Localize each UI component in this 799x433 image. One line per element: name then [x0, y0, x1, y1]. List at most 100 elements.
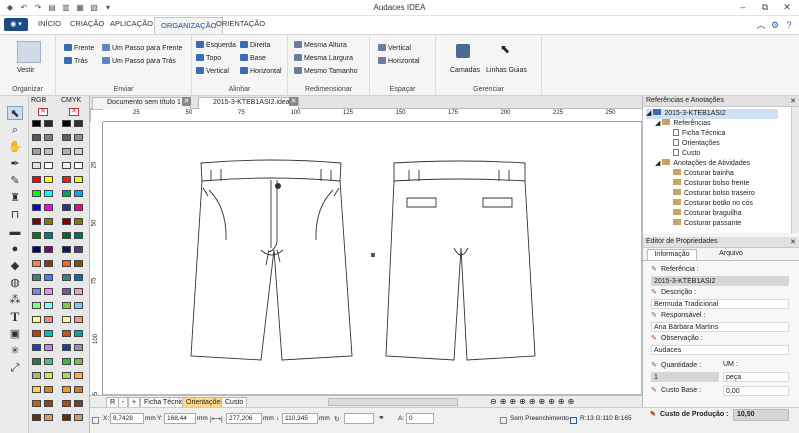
fabric-tool-icon[interactable]: ▬: [7, 225, 23, 239]
color-swatch[interactable]: [62, 302, 71, 309]
color-swatch[interactable]: [32, 162, 41, 169]
frente-button[interactable]: Frente: [64, 44, 94, 54]
color-swatch[interactable]: [74, 358, 83, 365]
tree-root[interactable]: ◢ 2015-3-KTEB1ASI2: [646, 109, 778, 119]
prop-base-field[interactable]: 0,00: [723, 386, 789, 396]
same-width-button[interactable]: Mesma Largura: [294, 54, 353, 64]
color-swatch[interactable]: [44, 372, 53, 379]
align-left-button[interactable]: Esquerda: [196, 41, 236, 51]
color-swatch[interactable]: [44, 232, 53, 239]
color-swatch[interactable]: [74, 414, 83, 421]
color-swatch[interactable]: [32, 372, 41, 379]
color-swatch[interactable]: [32, 330, 41, 337]
tab-arquivo[interactable]: Arquivo: [711, 250, 751, 257]
hand-tool-icon[interactable]: ✋: [7, 140, 23, 154]
select-tool-icon[interactable]: ⬉: [7, 106, 23, 120]
restore-icon[interactable]: ⧉: [758, 1, 772, 14]
close-tab-icon[interactable]: ✕: [289, 97, 298, 106]
tree-scrollbar[interactable]: [791, 107, 799, 233]
color-swatch[interactable]: [74, 190, 83, 197]
color-swatch[interactable]: [44, 344, 53, 351]
color-swatch[interactable]: [62, 134, 71, 141]
color-swatch[interactable]: [62, 204, 71, 211]
color-swatch[interactable]: [32, 204, 41, 211]
color-swatch[interactable]: [44, 190, 53, 197]
color-swatch[interactable]: [62, 274, 71, 281]
tree-folder-references[interactable]: ◢ Referências: [655, 119, 711, 129]
minimize-icon[interactable]: –: [736, 1, 750, 14]
color-swatch[interactable]: [74, 330, 83, 337]
color-swatch[interactable]: [62, 400, 71, 407]
prop-um-field[interactable]: peça: [723, 372, 789, 382]
tab-organizacao[interactable]: ORGANIZAÇÃO: [154, 17, 224, 35]
stamp-tool-icon[interactable]: ●: [7, 242, 23, 256]
tab-aplicacao[interactable]: APLICAÇÃO: [110, 19, 153, 28]
prop-ref-field[interactable]: 2015-3-KTEB1ASI2: [651, 276, 789, 286]
tree-item[interactable]: Custo: [673, 149, 700, 159]
color-swatch[interactable]: [62, 372, 71, 379]
prop-prod-field[interactable]: 10,50: [733, 409, 789, 421]
doc-tab-untitled[interactable]: Documento sem título 1 *: [92, 97, 191, 109]
color-swatch[interactable]: [74, 302, 83, 309]
color-swatch[interactable]: [62, 232, 71, 239]
color-swatch[interactable]: [62, 190, 71, 197]
doc-tab-idea[interactable]: 2015-3-KTEB1ASI2.idea *: [198, 97, 300, 109]
color-swatch[interactable]: [32, 176, 41, 183]
color-swatch[interactable]: [74, 204, 83, 211]
options-icon[interactable]: ⚙: [768, 19, 782, 32]
color-swatch[interactable]: [74, 316, 83, 323]
color-swatch[interactable]: [44, 316, 53, 323]
same-height-button[interactable]: Mesma Altura: [294, 41, 347, 51]
color-swatch[interactable]: [44, 176, 53, 183]
color-swatch[interactable]: [44, 218, 53, 225]
color-swatch[interactable]: [62, 120, 71, 127]
color-swatch[interactable]: [62, 386, 71, 393]
color-swatch[interactable]: [62, 260, 71, 267]
fill-checkbox[interactable]: [500, 417, 507, 424]
color-swatch[interactable]: [32, 148, 41, 155]
zoom-tool-icon[interactable]: ⌕: [7, 123, 23, 137]
color-swatch[interactable]: [32, 400, 41, 407]
color-swatch[interactable]: [32, 232, 41, 239]
pen-tool-icon[interactable]: ✒: [7, 157, 23, 171]
color-swatch[interactable]: [62, 162, 71, 169]
prop-resp-field[interactable]: Ana Bárbara Martins: [651, 322, 789, 332]
tree-item[interactable]: Costurar passante: [673, 219, 741, 229]
color-swatch[interactable]: [32, 316, 41, 323]
color-swatch[interactable]: [74, 148, 83, 155]
color-swatch[interactable]: [74, 386, 83, 393]
tree-item[interactable]: Costurar bolso traseiro: [673, 189, 755, 199]
tree-item[interactable]: Costurar bainha: [673, 169, 734, 179]
button-tool-icon[interactable]: ◍: [7, 276, 23, 290]
shirt-tool-icon[interactable]: ♜: [7, 191, 23, 205]
color-swatch[interactable]: [32, 302, 41, 309]
color-swatch[interactable]: [62, 330, 71, 337]
color-swatch[interactable]: [32, 358, 41, 365]
horizontal-scrollbar[interactable]: [328, 398, 458, 406]
prop-obs-field[interactable]: Audaces: [651, 345, 789, 355]
tree-item[interactable]: Costurar bolso frente: [673, 179, 749, 189]
app-button[interactable]: ◉ ▾: [4, 18, 28, 31]
help-icon[interactable]: ?: [782, 19, 796, 32]
close-icon[interactable]: ✕: [790, 238, 796, 246]
color-swatch[interactable]: [62, 414, 71, 421]
color-swatch[interactable]: [74, 176, 83, 183]
color-swatch[interactable]: [44, 260, 53, 267]
camadas-button[interactable]: Camadas: [450, 66, 480, 76]
brush-tool-icon[interactable]: ✎: [7, 174, 23, 188]
rotation-field[interactable]: [344, 413, 374, 424]
drawing-canvas[interactable]: [90, 109, 642, 395]
width-field[interactable]: 277,206: [226, 413, 262, 424]
align-top-button[interactable]: Topo: [196, 54, 221, 64]
close-icon[interactable]: ✕: [790, 97, 796, 105]
color-swatch[interactable]: [74, 246, 83, 253]
color-swatch[interactable]: [74, 288, 83, 295]
ribbon-collapse-icon[interactable]: ︿: [754, 19, 768, 32]
color-swatch[interactable]: [74, 274, 83, 281]
tree-item[interactable]: Costurar botão no cós: [673, 199, 753, 209]
linhas-guias-button[interactable]: Linhas Guias: [486, 66, 527, 76]
color-swatch[interactable]: [44, 358, 53, 365]
color-swatch[interactable]: [74, 260, 83, 267]
color-swatch[interactable]: [44, 134, 53, 141]
flip-icon[interactable]: ⚭: [378, 413, 385, 422]
